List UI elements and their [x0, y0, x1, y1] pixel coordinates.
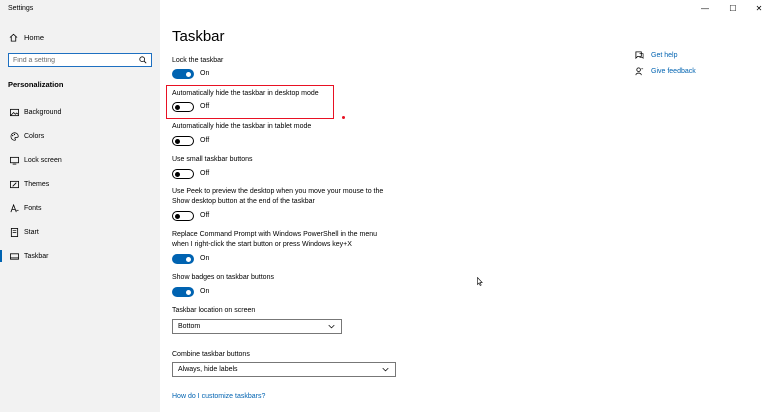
sidebar-item-label: Background	[24, 108, 62, 116]
page-title: Taskbar	[172, 28, 225, 45]
badges-toggle[interactable]	[172, 287, 194, 297]
small-buttons-toggle[interactable]	[172, 169, 194, 179]
minimize-button[interactable]: —	[696, 2, 714, 14]
font-icon	[9, 203, 19, 213]
toggle-knob	[186, 256, 191, 262]
lock-screen-icon	[9, 155, 19, 165]
search-icon[interactable]	[139, 56, 147, 64]
sidebar-item-background[interactable]: Background	[0, 104, 160, 120]
sidebar-item-label: Fonts	[24, 204, 42, 212]
search-box[interactable]	[8, 53, 152, 67]
setting-label-peek-line2: Show desktop button at the end of the ta…	[172, 198, 315, 205]
sidebar-item-label: Home	[24, 32, 45, 42]
sidebar-item-fonts[interactable]: Fonts	[0, 200, 160, 216]
dropdown-value: Bottom	[178, 323, 201, 330]
sidebar-item-start[interactable]: Start	[0, 224, 160, 240]
setting-label-location: Taskbar location on screen	[172, 307, 256, 314]
feedback-icon	[635, 67, 644, 76]
toggle-state: Off	[200, 103, 210, 110]
autohide-desktop-toggle[interactable]	[172, 102, 194, 112]
give-feedback-link[interactable]: Give feedback	[651, 68, 696, 75]
search-input[interactable]	[9, 56, 137, 64]
sidebar-item-lock-screen[interactable]: Lock screen	[0, 152, 160, 168]
toggle-state: On	[200, 288, 210, 295]
setting-label-powershell-line1: Replace Command Prompt with Windows Powe…	[172, 231, 378, 238]
chat-help-icon	[635, 51, 644, 60]
chevron-down-icon	[328, 324, 335, 329]
sidebar-item-label: Taskbar	[24, 252, 49, 260]
setting-label-lock-taskbar: Lock the taskbar	[172, 57, 224, 64]
sidebar-item-label: Lock screen	[24, 156, 62, 164]
toggle-knob	[175, 171, 180, 177]
start-icon	[9, 227, 19, 237]
palette-icon	[9, 131, 19, 141]
setting-label-autohide-tablet: Automatically hide the taskbar in tablet…	[172, 123, 312, 130]
setting-label-autohide-desktop: Automatically hide the taskbar in deskto…	[172, 90, 319, 97]
maximize-button[interactable]: ☐	[724, 2, 742, 14]
toggle-state: Off	[200, 137, 210, 144]
setting-label-badges: Show badges on taskbar buttons	[172, 274, 274, 281]
setting-label-peek-line1: Use Peek to preview the desktop when you…	[172, 188, 384, 195]
toggle-knob	[186, 289, 191, 295]
toggle-knob	[175, 213, 180, 219]
home-icon	[9, 33, 18, 42]
customize-taskbars-link[interactable]: How do I customize taskbars?	[172, 393, 265, 400]
section-title: Personalization	[8, 80, 64, 89]
setting-label-combine: Combine taskbar buttons	[172, 351, 250, 358]
mouse-cursor-icon	[477, 277, 483, 286]
annotation-dot	[342, 116, 345, 119]
location-dropdown[interactable]: Bottom	[172, 319, 342, 334]
picture-icon	[9, 107, 19, 117]
toggle-knob	[186, 71, 191, 77]
taskbar-icon	[9, 251, 19, 261]
sidebar-item-home[interactable]: Home	[9, 30, 44, 44]
sidebar-item-colors[interactable]: Colors	[0, 128, 160, 144]
brush-icon	[9, 179, 19, 189]
sidebar-item-label: Colors	[24, 132, 45, 140]
setting-label-powershell-line2: when I right-click the start button or p…	[172, 241, 352, 248]
powershell-toggle[interactable]	[172, 254, 194, 264]
toggle-state: On	[200, 255, 210, 262]
sidebar-item-label: Themes	[24, 180, 50, 188]
sidebar-item-themes[interactable]: Themes	[0, 176, 160, 192]
close-button[interactable]: ✕	[750, 2, 768, 14]
autohide-tablet-toggle[interactable]	[172, 136, 194, 146]
peek-toggle[interactable]	[172, 211, 194, 221]
combine-dropdown[interactable]: Always, hide labels	[172, 362, 396, 377]
sidebar-item-label: Start	[24, 228, 39, 236]
dropdown-value: Always, hide labels	[178, 366, 238, 373]
toggle-state: Off	[200, 170, 210, 177]
lock-taskbar-toggle[interactable]	[172, 69, 194, 79]
sidebar-item-taskbar[interactable]: Taskbar	[0, 248, 160, 264]
toggle-state: Off	[200, 212, 210, 219]
app-title: Settings	[8, 5, 34, 12]
setting-label-small-buttons: Use small taskbar buttons	[172, 156, 253, 163]
get-help-link[interactable]: Get help	[651, 52, 677, 59]
toggle-state: On	[200, 70, 210, 77]
toggle-knob	[175, 138, 180, 144]
sidebar: Settings Home Personalization Background…	[0, 0, 160, 412]
toggle-knob	[175, 104, 180, 110]
chevron-down-icon	[382, 367, 389, 372]
active-indicator	[0, 250, 2, 262]
